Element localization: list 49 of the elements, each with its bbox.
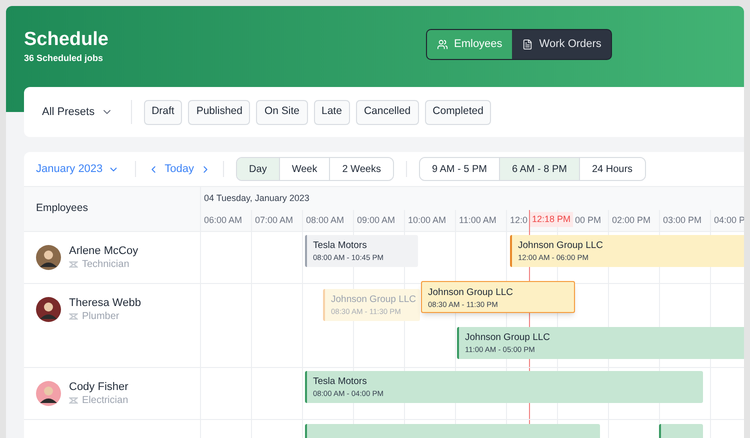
filter-chip[interactable]: On Site [256, 100, 308, 124]
month-dropdown[interactable]: January 2023 [36, 160, 119, 178]
current-time-label: 12:18 PM [530, 212, 573, 227]
event-title: Tesla Motors [313, 375, 368, 388]
time-label: 08:00 AM [306, 214, 344, 227]
employee-name: Arlene McCoy [69, 244, 138, 258]
employee-role: Technician [82, 258, 130, 271]
segment-tab[interactable]: 2 Weeks [329, 158, 393, 180]
employee-name: Cody Fisher [69, 380, 128, 394]
role-icon [69, 260, 78, 269]
time-label: 06:00 AM [204, 214, 242, 227]
page-title: Schedule [24, 28, 110, 52]
people-icon [437, 39, 448, 50]
event-title: Johnson Group LLC [428, 286, 514, 299]
event-title: Tesla Motors [313, 239, 368, 252]
time-label: 02:00 PM [612, 214, 651, 227]
view-tab[interactable]: Work Orders [512, 30, 612, 59]
time-label: 07:00 AM [255, 214, 294, 227]
time-label: 03:00 PM [663, 214, 702, 227]
role-icon [69, 396, 78, 405]
time-label: 12:0 [510, 214, 528, 227]
document-icon [522, 39, 534, 50]
filter-chip[interactable]: Late [314, 100, 350, 124]
employee-name: Theresa Webb [69, 296, 141, 310]
employee-role: Electrician [82, 394, 128, 407]
segment-tab[interactable]: Day [237, 158, 279, 180]
event-title: Johnson Group LLC [331, 293, 414, 306]
segment-tab[interactable]: 6 AM - 8 PM [498, 158, 579, 180]
role-icon [69, 312, 78, 321]
segment-tab[interactable]: 24 Hours [578, 158, 645, 180]
page-subtitle: 36 Scheduled jobs [24, 52, 104, 64]
avatar [36, 381, 61, 406]
employee-role: Plumber [82, 310, 120, 323]
filter-chip[interactable]: Completed [424, 100, 492, 124]
event-title: Johnson Group LLC [518, 239, 604, 252]
time-label: 10:00 AM [408, 214, 446, 227]
date-heading: 04 Tuesday, January 2023 [204, 192, 310, 205]
avatar [36, 245, 61, 270]
filter-chip[interactable]: Published [188, 100, 250, 124]
today-button[interactable]: Today [164, 160, 194, 178]
column-header: Employees [24, 187, 200, 232]
avatar [36, 297, 61, 322]
filter-chip[interactable]: Draft [144, 100, 182, 124]
event-title: Johnson Group LLC [465, 331, 552, 344]
presets-dropdown[interactable]: All Presets [42, 104, 125, 120]
filter-chip[interactable]: Cancelled [356, 100, 419, 124]
time-label: 09:00 AM [357, 214, 396, 227]
time-label: 00 PM [574, 214, 601, 227]
time-label: 11:00 AM [459, 214, 496, 227]
